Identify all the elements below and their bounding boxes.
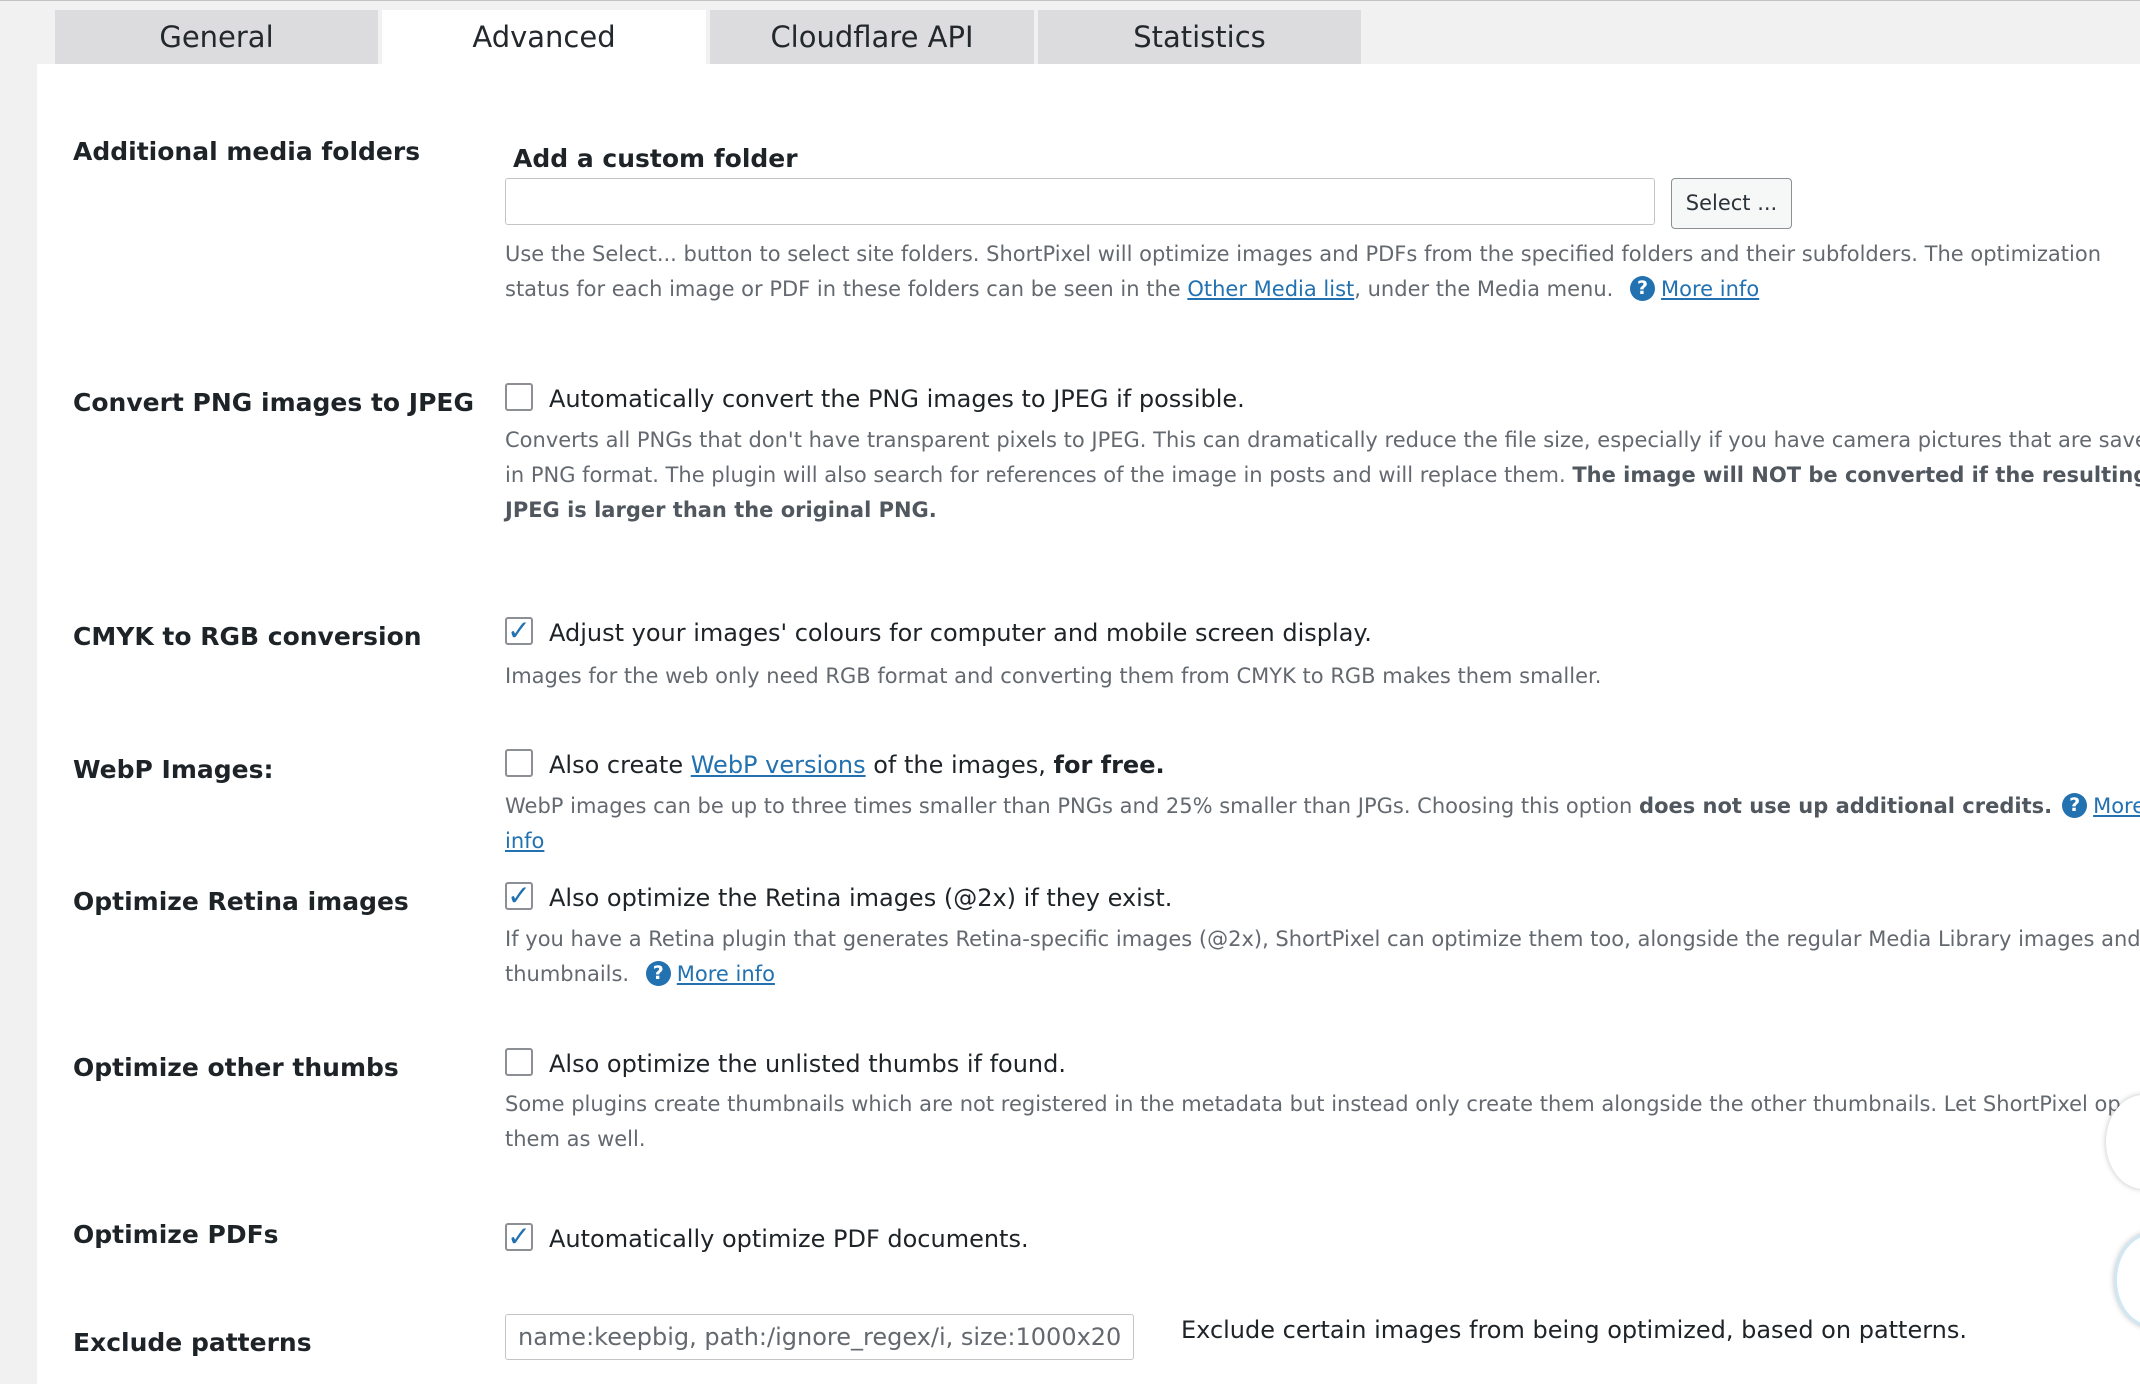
- webp-desc-bold: does not use up additional credits.: [1639, 794, 2053, 818]
- cmyk-row: ✓ Adjust your images' colours for compute…: [505, 616, 1372, 648]
- retina-more-info-link[interactable]: More info: [677, 962, 775, 986]
- webp-cb-bold: for free.: [1053, 751, 1165, 779]
- question-mark-icon: ?: [2062, 793, 2088, 818]
- top-border: [0, 0, 2140, 1]
- tab-statistics[interactable]: Statistics: [1038, 10, 1361, 64]
- media-folders-more-info-link[interactable]: More info: [1661, 277, 1759, 301]
- other-thumbs-checkbox-label: Also optimize the unlisted thumbs if fou…: [549, 1050, 1066, 1078]
- question-mark-icon: ?: [645, 961, 671, 986]
- pdfs-checkbox-label: Automatically optimize PDF documents.: [549, 1225, 1029, 1253]
- other-thumbs-row: Also optimize the unlisted thumbs if fou…: [505, 1047, 1066, 1079]
- retina-row: ✓ Also optimize the Retina images (@2x) i…: [505, 881, 1172, 913]
- retina-checkbox[interactable]: ✓: [505, 879, 533, 912]
- webp-row: Also create WebP versions of the images,…: [505, 748, 1165, 780]
- png-to-jpeg-checkbox[interactable]: [505, 383, 533, 411]
- tab-cloudflare-api[interactable]: Cloudflare API: [710, 10, 1034, 64]
- add-custom-folder-heading: Add a custom folder: [513, 144, 798, 173]
- webp-description: WebP images can be up to three times sma…: [505, 789, 2140, 859]
- tab-general[interactable]: General: [55, 10, 378, 64]
- webp-checkbox-label: Also create WebP versions of the images,…: [549, 751, 1165, 779]
- checkmark-icon: ✓: [507, 879, 531, 912]
- tab-advanced[interactable]: Advanced: [382, 10, 706, 66]
- cmyk-description: Images for the web only need RGB format …: [505, 664, 1602, 688]
- webp-cb-text: Also create: [549, 751, 684, 779]
- webp-cb-text-2: of the images,: [873, 751, 1046, 779]
- webp-checkbox[interactable]: [505, 749, 533, 777]
- select-folder-button[interactable]: Select ...: [1671, 178, 1792, 229]
- pdfs-checkbox[interactable]: ✓: [505, 1220, 533, 1253]
- retina-description: If you have a Retina plugin that generat…: [505, 922, 2140, 992]
- retina-checkbox-label: Also optimize the Retina images (@2x) if…: [549, 884, 1173, 912]
- media-folders-description: Use the Select... button to select site …: [505, 237, 2140, 307]
- pdfs-label: Optimize PDFs: [73, 1220, 279, 1249]
- other-thumbs-description: Some plugins create thumbnails which are…: [505, 1092, 2121, 1151]
- other-thumbs-checkbox[interactable]: [505, 1048, 533, 1076]
- cmyk-checkbox-label: Adjust your images' colours for computer…: [549, 619, 1372, 647]
- pdfs-row: ✓ Automatically optimize PDF documents.: [505, 1222, 1029, 1254]
- cmyk-label: CMYK to RGB conversion: [73, 622, 422, 651]
- png-to-jpeg-row: Automatically convert the PNG images to …: [505, 382, 1245, 414]
- webp-label: WebP Images:: [73, 755, 274, 784]
- other-media-list-link[interactable]: Other Media list: [1187, 277, 1354, 301]
- webp-versions-link[interactable]: WebP versions: [691, 751, 866, 779]
- retina-label: Optimize Retina images: [73, 887, 409, 916]
- checkmark-icon: ✓: [507, 614, 531, 647]
- png-to-jpeg-checkbox-label: Automatically convert the PNG images to …: [549, 385, 1245, 413]
- media-folders-desc-text-2: , under the Media menu.: [1354, 277, 1614, 301]
- png-to-jpeg-label: Convert PNG images to JPEG: [73, 388, 475, 417]
- custom-folder-input[interactable]: [505, 178, 1655, 225]
- exclude-patterns-input[interactable]: [505, 1314, 1134, 1360]
- exclude-patterns-label: Exclude patterns: [73, 1328, 312, 1357]
- checkmark-icon: ✓: [507, 1220, 531, 1253]
- cmyk-checkbox[interactable]: ✓: [505, 614, 533, 647]
- webp-desc-text: WebP images can be up to three times sma…: [505, 794, 1633, 818]
- question-mark-icon: ?: [1630, 276, 1656, 301]
- other-thumbs-label: Optimize other thumbs: [73, 1053, 399, 1082]
- exclude-patterns-note: Exclude certain images from being optimi…: [1181, 1316, 1968, 1344]
- png-to-jpeg-description: Converts all PNGs that don't have transp…: [505, 423, 2140, 528]
- settings-panel: Additional media folders Add a custom fo…: [37, 64, 2140, 1384]
- media-folders-label: Additional media folders: [73, 137, 421, 166]
